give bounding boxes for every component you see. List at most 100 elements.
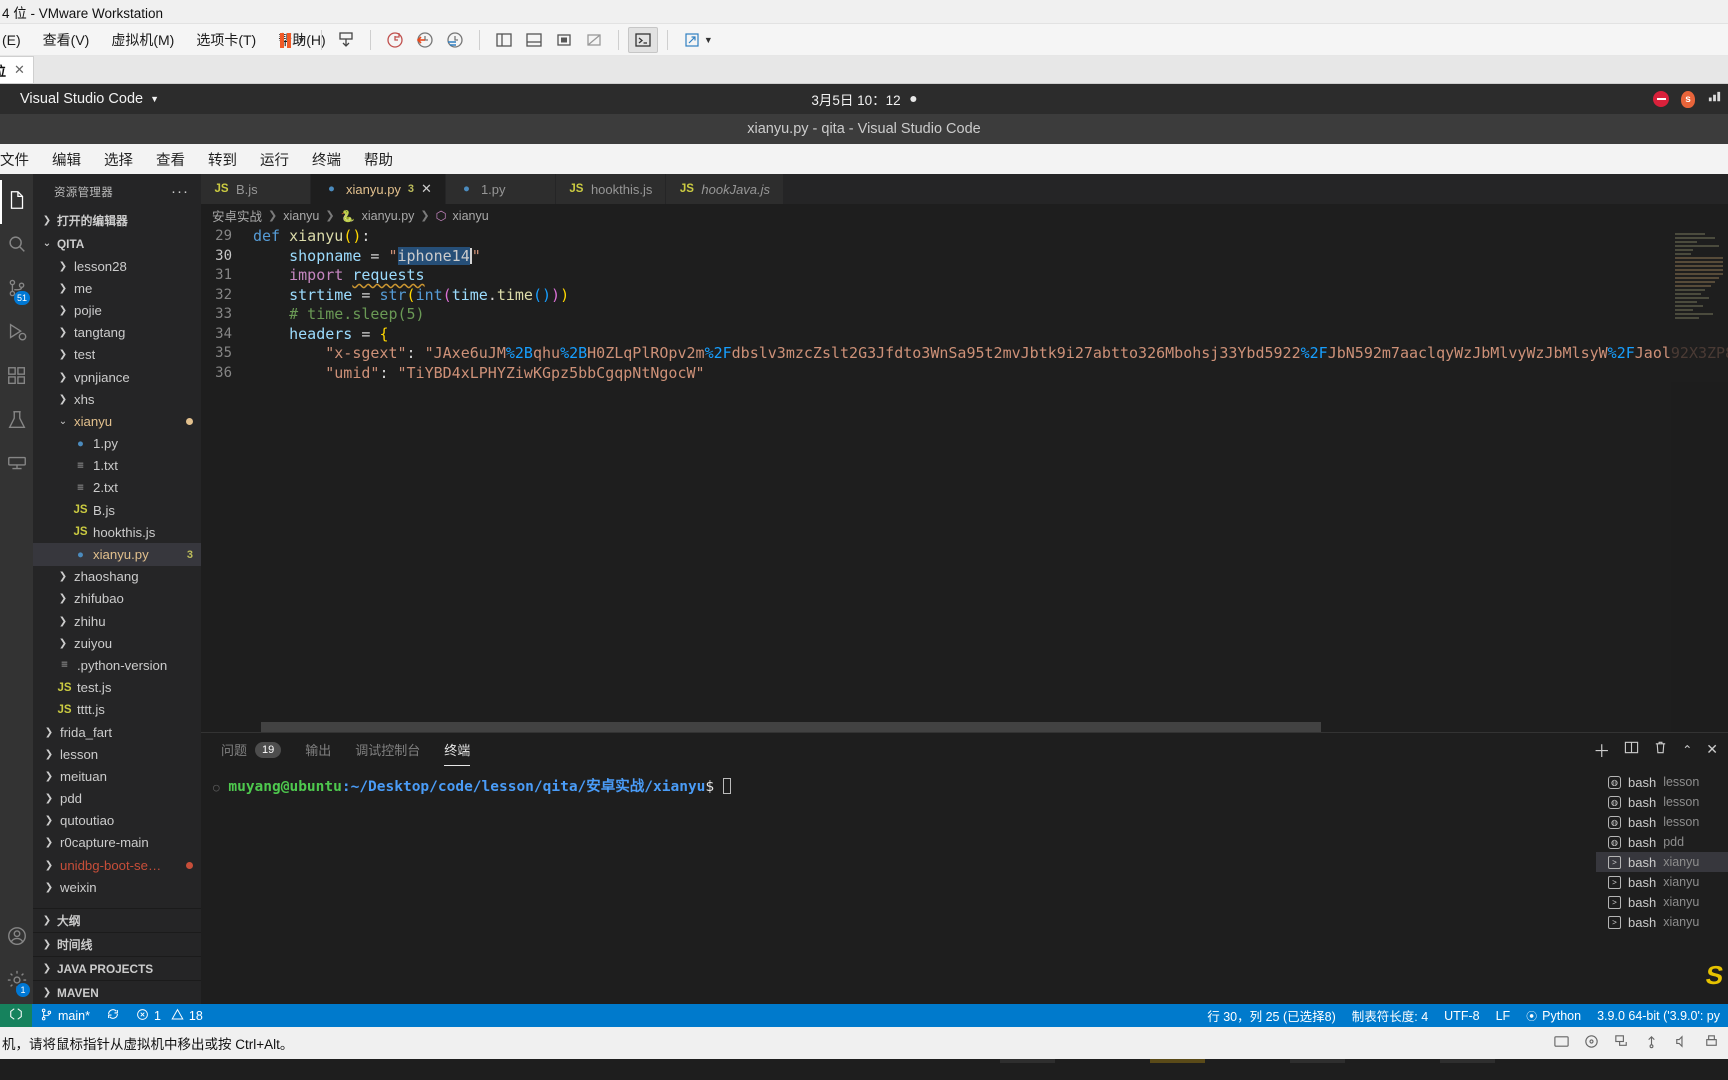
sidebar-section-timeline[interactable]: ❯ 时间线 bbox=[33, 932, 201, 956]
code-editor[interactable]: 29 def xianyu(): 30 shopname = "iphone14 " 3… bbox=[201, 227, 1728, 732]
tree-item-tttt-js[interactable]: JS tttt.js bbox=[33, 699, 201, 721]
chevron-down-icon[interactable]: ▼ bbox=[297, 35, 306, 45]
sidebar-section-project[interactable]: ⌄ QITA bbox=[33, 232, 201, 255]
status-problems[interactable]: 1 18 bbox=[128, 1004, 211, 1027]
tree-item-meituan[interactable]: ❯ meituan bbox=[33, 765, 201, 787]
status-branch[interactable]: main* bbox=[32, 1004, 98, 1027]
send-ctrl-alt-del-icon[interactable] bbox=[331, 27, 361, 53]
breadcrumb-item-2[interactable]: xianyu.py bbox=[362, 209, 415, 223]
split-terminal-icon[interactable] bbox=[1624, 740, 1639, 760]
panel-tab-输出[interactable]: 输出 bbox=[305, 733, 331, 766]
activitybar-item-settings[interactable]: 1 bbox=[0, 960, 33, 1004]
tree-item-zuiyou[interactable]: ❯ zuiyou bbox=[33, 632, 201, 654]
close-panel-icon[interactable]: ✕ bbox=[1706, 741, 1718, 758]
terminal-list-item[interactable]: ◍ bash pdd bbox=[1596, 832, 1728, 852]
tree-item-1-txt[interactable]: ≡ 1.txt bbox=[33, 455, 201, 477]
network-icon[interactable] bbox=[1707, 90, 1722, 109]
activitybar-item-run-debug[interactable] bbox=[0, 312, 33, 356]
vscode-menu-help[interactable]: 帮助 bbox=[364, 149, 393, 170]
ubuntu-app-menu[interactable]: Visual Studio Code ▼ bbox=[0, 91, 159, 107]
vscode-menu-run[interactable]: 运行 bbox=[260, 149, 289, 170]
tree-item-zhaoshang[interactable]: ❯ zhaoshang bbox=[33, 566, 201, 588]
tree-item-lesson28[interactable]: ❯ lesson28 bbox=[33, 255, 201, 277]
panel-tab-终端[interactable]: 终端 bbox=[444, 733, 471, 766]
terminal-output[interactable]: ○ muyang@ubuntu:~/Desktop/code/lesson/qi… bbox=[201, 766, 1596, 1004]
tree-item-me[interactable]: ❯ me bbox=[33, 277, 201, 299]
tree-item-frida-fart[interactable]: ❯ frida_fart bbox=[33, 721, 201, 743]
expand-icon[interactable] bbox=[677, 27, 707, 53]
terminal-list-item[interactable]: ◍ bash lesson bbox=[1596, 792, 1728, 812]
tree-item-b-js[interactable]: JS B.js bbox=[33, 499, 201, 521]
status-eol[interactable]: LF bbox=[1488, 1004, 1519, 1027]
status-tab-size[interactable]: 制表符长度: 4 bbox=[1344, 1004, 1436, 1027]
vmware-menu-view[interactable]: 查看(V) bbox=[43, 30, 90, 50]
tree-item-unidbg-boot-se-[interactable]: ❯ unidbg-boot-se… bbox=[33, 854, 201, 876]
breadcrumb-item-0[interactable]: 安卓实战 bbox=[212, 206, 262, 225]
chevron-down-icon-2[interactable]: ▼ bbox=[704, 35, 713, 45]
printer-icon[interactable] bbox=[1703, 1033, 1720, 1053]
editor-tab-1-py[interactable]: ● 1.py bbox=[445, 174, 556, 204]
ubuntu-clock[interactable]: 3月5日 10：12 bbox=[811, 89, 917, 109]
vscode-menu-view[interactable]: 查看 bbox=[156, 149, 185, 170]
status-encoding[interactable]: UTF-8 bbox=[1436, 1004, 1487, 1027]
close-icon[interactable]: ✕ bbox=[14, 62, 25, 78]
trash-icon[interactable] bbox=[1653, 740, 1668, 760]
sidebar-section-java-projects[interactable]: ❯ JAVA PROJECTS bbox=[33, 956, 201, 980]
terminal-list-item[interactable]: > bash xianyu bbox=[1596, 892, 1728, 912]
tree-item-2-txt[interactable]: ≡ 2.txt bbox=[33, 477, 201, 499]
activitybar-item-source-control[interactable]: 51 bbox=[0, 268, 33, 312]
activitybar-item-remote[interactable] bbox=[0, 444, 33, 488]
status-sync[interactable] bbox=[98, 1004, 128, 1027]
vmware-menu-vm[interactable]: 虚拟机(M) bbox=[111, 30, 174, 50]
terminal-icon[interactable] bbox=[627, 27, 658, 53]
activitybar-item-accounts[interactable] bbox=[0, 916, 33, 960]
editor-horizontal-scrollbar[interactable] bbox=[261, 722, 1321, 732]
tree-item-pojie[interactable]: ❯ pojie bbox=[33, 299, 201, 321]
editor-tab-b-js[interactable]: JS B.js bbox=[201, 174, 311, 204]
vscode-menu-edit[interactable]: 编辑 bbox=[52, 149, 81, 170]
vscode-menu-goto[interactable]: 转到 bbox=[208, 149, 237, 170]
tree-item-1-py[interactable]: ● 1.py bbox=[33, 433, 201, 455]
hard-disk-icon[interactable] bbox=[1553, 1033, 1570, 1053]
sound-icon[interactable] bbox=[1673, 1033, 1690, 1053]
vmware-menu-edit[interactable]: (E) bbox=[2, 32, 21, 48]
terminal-list-item[interactable]: > bash xianyu bbox=[1596, 912, 1728, 932]
tree-item-xhs[interactable]: ❯ xhs bbox=[33, 388, 201, 410]
tree-item-vpnjiance[interactable]: ❯ vpnjiance bbox=[33, 366, 201, 388]
record-stop-icon[interactable] bbox=[1653, 91, 1669, 107]
vmware-menu-tabs[interactable]: 选项卡(T) bbox=[196, 30, 256, 50]
status-remote-button[interactable] bbox=[0, 1004, 32, 1027]
tree-item-hookthis-js[interactable]: JS hookthis.js bbox=[33, 521, 201, 543]
close-icon[interactable]: ✕ bbox=[421, 181, 432, 197]
terminal-list-item[interactable]: > bash xianyu bbox=[1596, 872, 1728, 892]
add-terminal-icon[interactable]: ＋ bbox=[1593, 737, 1610, 762]
editor-tab-hookjava-js[interactable]: JS hookJava.js bbox=[666, 174, 785, 204]
sidebar-section-maven[interactable]: ❯ MAVEN bbox=[33, 980, 201, 1004]
tree-item--python-version[interactable]: ≡ .python-version bbox=[33, 654, 201, 676]
more-actions-icon[interactable]: ··· bbox=[171, 183, 189, 200]
tree-item-r0capture-main[interactable]: ❯ r0capture-main bbox=[33, 832, 201, 854]
editor-tab-xianyu-py[interactable]: ● xianyu.py 3 ✕ bbox=[311, 174, 446, 204]
minimap[interactable] bbox=[1671, 227, 1728, 732]
tree-item-zhifubao[interactable]: ❯ zhifubao bbox=[33, 588, 201, 610]
activitybar-item-search[interactable] bbox=[0, 224, 33, 268]
panel-tab-问题[interactable]: 问题 19 bbox=[221, 733, 282, 766]
revert-snapshot-icon[interactable] bbox=[410, 27, 440, 53]
vscode-menu-select[interactable]: 选择 bbox=[104, 149, 133, 170]
terminal-list-item[interactable]: ◍ bash lesson bbox=[1596, 812, 1728, 832]
sidebar-section-open-editors[interactable]: ❯ 打开的编辑器 bbox=[33, 209, 201, 232]
status-language[interactable]: ⦿ Python bbox=[1518, 1004, 1589, 1027]
network-adapter-icon[interactable] bbox=[1613, 1033, 1630, 1053]
status-cursor-position[interactable]: 行 30，列 25 (已选择8) bbox=[1199, 1004, 1344, 1027]
activitybar-item-extensions[interactable] bbox=[0, 356, 33, 400]
tree-item-weixin[interactable]: ❯ weixin bbox=[33, 876, 201, 898]
flame-icon[interactable]: s bbox=[1681, 90, 1695, 108]
terminal-list-item[interactable]: ◍ bash lesson bbox=[1596, 772, 1728, 792]
tree-item-test[interactable]: ❯ test bbox=[33, 344, 201, 366]
maximize-panel-icon[interactable]: ⌃ bbox=[1682, 743, 1692, 757]
pause-icon[interactable] bbox=[270, 27, 300, 53]
take-snapshot-icon[interactable] bbox=[380, 27, 410, 53]
snapshot-manager-icon[interactable] bbox=[440, 27, 470, 53]
tree-item-xianyu[interactable]: ⌄ xianyu bbox=[33, 410, 201, 432]
tree-item-test-js[interactable]: JS test.js bbox=[33, 677, 201, 699]
